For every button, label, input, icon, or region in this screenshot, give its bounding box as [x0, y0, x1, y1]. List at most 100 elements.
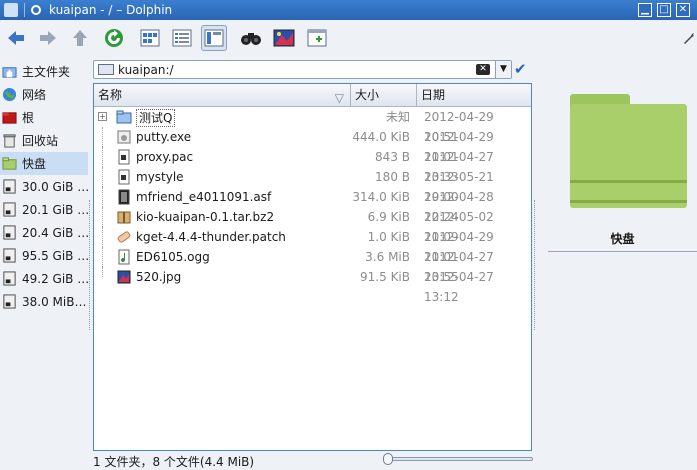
drive-icon	[3, 294, 16, 309]
window-titlebar[interactable]: kuaipan - / – Dolphin ▁ □ ✕	[0, 0, 697, 20]
column-size-header[interactable]: 大小	[351, 84, 417, 106]
zoom-slider-track[interactable]	[383, 457, 533, 461]
icons-view-button[interactable]	[137, 25, 163, 51]
file-row[interactable]: mfriend_e4011091.asf 314.0 KiB 2012-04-2…	[94, 187, 531, 224]
video-file-icon	[118, 189, 130, 205]
sidebar-item-root[interactable]: 根	[0, 106, 90, 129]
sidebar-item-label: 根	[22, 111, 35, 125]
expand-icon[interactable]: +	[98, 112, 107, 121]
sidebar-item-kuaipan[interactable]: 快盘	[0, 152, 88, 175]
folder-icon	[116, 110, 132, 124]
location-history-dropdown[interactable]: ▼	[495, 61, 511, 78]
column-date-header[interactable]: 日期	[417, 84, 531, 106]
file-list-view[interactable]: 名称 ▽ 大小 日期 + 测试Q 未知 2012-04-29 10:51 put…	[93, 83, 532, 451]
places-panel: 主文件夹 网络 根 回收站 快盘 30.0 GiB … 20.1 GiB … 2…	[0, 60, 90, 460]
file-name: putty.exe	[136, 130, 192, 144]
details-view-button[interactable]	[169, 25, 195, 51]
sidebar-item-drive-2[interactable]: 20.1 GiB …	[0, 198, 90, 221]
sort-indicator-icon: ▽	[334, 91, 344, 105]
file-size: 843 B	[375, 150, 410, 164]
sidebar-item-drive-5[interactable]: 49.2 GiB …	[0, 267, 90, 290]
split-view-icon	[307, 29, 327, 47]
arrow-up-icon	[73, 30, 87, 46]
main-toolbar	[0, 20, 697, 58]
location-bar[interactable]: kuaipan:/ ✕ ▼	[93, 60, 512, 79]
pin-icon[interactable]	[31, 5, 41, 15]
file-name: kget-4.4.4-thunder.patch	[136, 230, 286, 244]
forward-button[interactable]	[35, 25, 61, 51]
up-button[interactable]	[67, 25, 93, 51]
file-row[interactable]: 520.jpg 91.5 KiB 2012-04-27 13:12	[94, 267, 531, 304]
tree-line	[102, 187, 112, 207]
preview-title: 快盘	[610, 232, 635, 246]
sidebar-item-label: 回收站	[22, 134, 59, 148]
configure-button[interactable]	[680, 25, 697, 51]
file-size: 6.9 KiB	[367, 210, 410, 224]
file-date: 2012-04-27 13:12	[424, 270, 494, 304]
information-panel: 快盘	[548, 60, 697, 460]
large-folder-icon	[570, 94, 687, 208]
details-view-icon	[172, 29, 192, 47]
icons-view-icon	[140, 29, 160, 47]
sidebar-item-home[interactable]: 主文件夹	[0, 60, 90, 83]
file-row[interactable]: proxy.pac 843 B 2012-04-27 13:33	[94, 147, 531, 184]
audio-file-icon	[118, 249, 130, 265]
minimize-button[interactable]: ▁	[638, 3, 652, 17]
tree-line	[102, 147, 112, 167]
clear-location-button[interactable]: ✕	[476, 64, 490, 75]
trash-icon	[3, 134, 16, 148]
sidebar-item-network[interactable]: 网络	[0, 83, 90, 106]
file-size: 444.0 KiB	[352, 130, 410, 144]
file-row[interactable]: kget-4.4.4-thunder.patch 1.0 KiB 2012-04…	[94, 227, 531, 264]
tree-line	[102, 167, 112, 187]
text-file-icon	[118, 149, 130, 165]
file-name: ED6105.ogg	[136, 250, 210, 264]
file-size: 3.6 MiB	[365, 250, 410, 264]
back-button[interactable]	[3, 25, 29, 51]
file-name: 测试Q	[136, 109, 176, 127]
file-row[interactable]: putty.exe 444.0 KiB 2012-04-29 11:01	[94, 127, 531, 164]
file-row[interactable]: ED6105.ogg 3.6 MiB 2012-04-27 13:55	[94, 247, 531, 284]
file-name: 520.jpg	[136, 270, 182, 284]
file-name: mfriend_e4011091.asf	[136, 190, 272, 204]
sidebar-item-drive-6[interactable]: 38.0 MiB…	[0, 290, 90, 313]
tree-line	[102, 127, 112, 147]
find-button[interactable]	[238, 25, 264, 51]
file-size: 314.0 KiB	[352, 190, 410, 204]
sidebar-splitter[interactable]	[89, 200, 91, 330]
sidebar-item-drive-4[interactable]: 95.5 GiB …	[0, 244, 90, 267]
file-name: proxy.pac	[136, 150, 194, 164]
confirm-location-button[interactable]: ✔	[514, 60, 532, 78]
titlebar-separator	[24, 3, 25, 17]
zoom-slider-handle[interactable]	[383, 453, 393, 465]
file-name: mystyle	[136, 170, 184, 184]
zoom-slider[interactable]	[383, 453, 533, 465]
preview-splitter[interactable]	[534, 200, 536, 330]
file-size: 180 B	[375, 170, 410, 184]
location-drive-icon	[98, 64, 114, 75]
preview-button[interactable]	[271, 25, 297, 51]
file-row[interactable]: kio-kuaipan-0.1.tar.bz2 6.9 KiB 2012-05-…	[94, 207, 531, 244]
dolphin-app-icon[interactable]	[4, 3, 18, 17]
sidebar-item-label: 20.4 GiB …	[22, 225, 90, 240]
location-path[interactable]: kuaipan:/	[118, 63, 174, 77]
columns-view-button[interactable]	[201, 25, 227, 51]
split-view-button[interactable]	[304, 25, 330, 51]
wrench-icon	[683, 33, 694, 44]
reload-button[interactable]	[101, 25, 127, 51]
patch-file-icon	[117, 231, 131, 243]
close-button[interactable]: ✕	[676, 3, 690, 17]
sidebar-item-label: 30.0 GiB …	[22, 179, 90, 194]
drive-icon	[3, 271, 16, 286]
sidebar-item-trash[interactable]: 回收站	[0, 129, 90, 152]
sidebar-item-drive-3[interactable]: 20.4 GiB …	[0, 221, 90, 244]
column-name-header[interactable]: 名称 ▽	[94, 84, 351, 106]
tree-line	[102, 247, 112, 267]
tree-line	[102, 207, 112, 227]
sidebar-item-drive-1[interactable]: 30.0 GiB …	[0, 175, 90, 198]
column-size-label: 大小	[355, 88, 380, 102]
file-row[interactable]: mystyle 180 B 2012-05-21 19:00	[94, 167, 531, 204]
column-header: 名称 ▽ 大小 日期	[94, 84, 531, 107]
file-row[interactable]: + 测试Q 未知 2012-04-29 10:51	[94, 107, 531, 144]
maximize-button[interactable]: □	[657, 3, 671, 17]
